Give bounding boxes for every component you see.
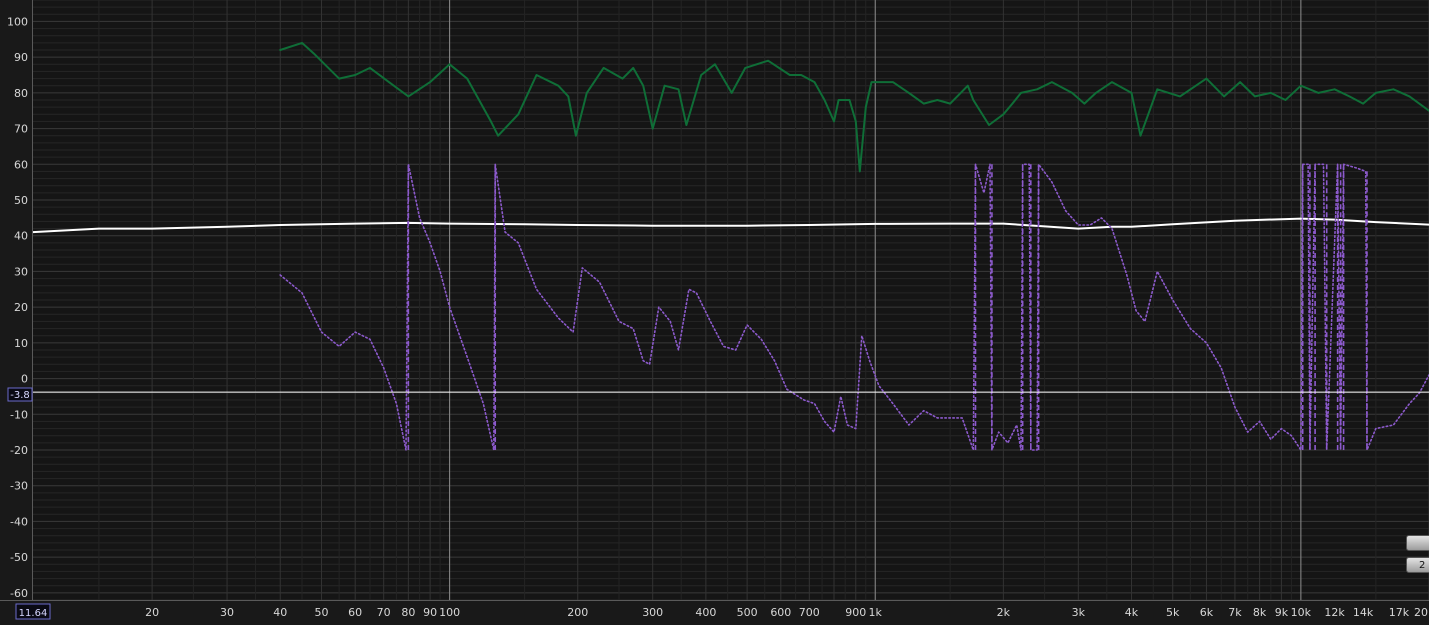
- x-tick-label: 50: [314, 606, 328, 619]
- y-tick-label: 90: [14, 51, 28, 64]
- analyzer-window: 100 90 80 70 60 50 40 30 20 10 0 -10 -20 -30 -40 -50 -60…: [0, 0, 1429, 625]
- x-tick-label: 17k: [1389, 606, 1410, 619]
- x-tick-label: 200: [567, 606, 588, 619]
- y-tick-label: -40: [10, 515, 28, 528]
- x-tick-label: 1k: [869, 606, 883, 619]
- side-button-1[interactable]: [1406, 535, 1429, 551]
- x-tick-label: 12k: [1324, 606, 1345, 619]
- x-axis: 20 30 40 50 60 70 80 90 100 200 300 400 500 600 700 900…: [145, 606, 1428, 619]
- y-tick-label: -50: [10, 551, 28, 564]
- x-tick-label: 4k: [1125, 606, 1139, 619]
- bottom-divider: [0, 600, 1429, 601]
- x-tick-label: 6k: [1200, 606, 1214, 619]
- x-tick-label: 3k: [1072, 606, 1086, 619]
- y-tick-label: 70: [14, 123, 28, 136]
- y-tick-label: 0: [21, 373, 28, 386]
- x-tick-label: 7k: [1228, 606, 1242, 619]
- y-axis: 1009080706050403020100-10-20-30-40-50-60: [7, 15, 28, 599]
- frequency-response-chart[interactable]: 1009080706050403020100-10-20-30-40-50-60…: [0, 0, 1429, 625]
- x-tick-label: 700: [799, 606, 820, 619]
- y-tick-label: -10: [10, 408, 28, 421]
- x-tick-label: 60: [348, 606, 362, 619]
- x-tick-label: 5k: [1166, 606, 1180, 619]
- x-tick-label: 14k: [1353, 606, 1374, 619]
- x-tick-label: 100: [439, 606, 460, 619]
- y-tick-label: 30: [14, 265, 28, 278]
- x-tick-label: 30: [220, 606, 234, 619]
- x-tick-label: 80: [401, 606, 415, 619]
- y-tick-label: 80: [14, 87, 28, 100]
- side-button-2[interactable]: 2: [1406, 557, 1429, 573]
- y-tick-label: 40: [14, 230, 28, 243]
- cursor-x-readout: 11.64: [15, 603, 51, 620]
- x-tick-label: 600: [770, 606, 791, 619]
- cursor-y-readout-text: -3.8: [10, 390, 30, 401]
- y-tick-label: 100: [7, 15, 28, 28]
- cursor-y-readout: -3.8: [7, 387, 33, 402]
- y-tick-label: 20: [14, 301, 28, 314]
- y-tick-label: -60: [10, 587, 28, 600]
- y-tick-label: 60: [14, 158, 28, 171]
- cursor-x-readout-text: 11.64: [19, 608, 48, 619]
- y-tick-label: 50: [14, 194, 28, 207]
- x-tick-label: 9k: [1275, 606, 1289, 619]
- y-tick-label: -30: [10, 480, 28, 493]
- x-tick-label: 400: [695, 606, 716, 619]
- x-tick-label: 70: [377, 606, 391, 619]
- x-tick-label: 2k: [997, 606, 1011, 619]
- x-tick-label: 10k: [1291, 606, 1312, 619]
- y-tick-label: 10: [14, 337, 28, 350]
- x-tick-label: 500: [737, 606, 758, 619]
- x-tick-label: 40: [273, 606, 287, 619]
- x-tick-label: 8k: [1253, 606, 1267, 619]
- x-tick-label: 300: [642, 606, 663, 619]
- x-tick-label: 900: [845, 606, 866, 619]
- axis-divider: [32, 0, 33, 600]
- y-tick-label: -20: [10, 444, 28, 457]
- x-tick-label: 90: [423, 606, 437, 619]
- x-tick-label: 20: [145, 606, 159, 619]
- x-tick-label: 20: [1414, 606, 1428, 619]
